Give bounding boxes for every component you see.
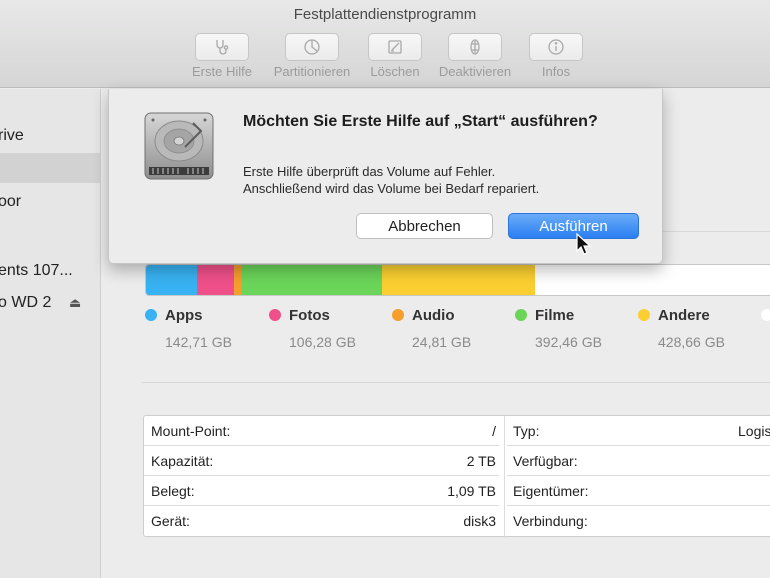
info-button[interactable]	[529, 33, 583, 61]
hard-disk-icon	[144, 112, 214, 180]
usage-segment-andere	[382, 265, 535, 295]
legend-size: 24,81 GB	[412, 334, 472, 350]
usage-segment-apps	[146, 265, 197, 295]
run-button[interactable]: Ausführen	[508, 213, 639, 239]
legend-dot	[392, 309, 404, 321]
usage-segment-audio	[234, 265, 242, 295]
info-icon	[548, 39, 564, 55]
partition-icon	[304, 39, 320, 55]
capacity-label: Kapazität:	[151, 453, 214, 469]
type-label: Typ:	[513, 423, 540, 439]
dialog-message-line: Anschließend wird das Volume bei Bedarf …	[243, 181, 540, 196]
window-toolbar: Festplattendienstprogramm Erste Hilfe Pa…	[0, 0, 770, 88]
unmount-icon	[470, 39, 480, 55]
info-label: Infos	[541, 64, 571, 79]
legend-dot	[515, 309, 527, 321]
erase-icon	[388, 40, 402, 54]
sidebar-item-label: ents 107...	[0, 262, 73, 279]
legend-size: 428,66 GB	[658, 334, 725, 350]
unmount-tool[interactable]: Deaktivieren	[435, 33, 515, 79]
table-row: Gerät: disk3 Verbindung:	[144, 506, 770, 536]
partition-button[interactable]	[285, 33, 339, 61]
legend-name: Audio	[412, 307, 455, 324]
sidebar-item-label: o WD 2	[0, 294, 52, 311]
unmount-button[interactable]	[448, 33, 502, 61]
dialog-message-line: Erste Hilfe überprüft das Volume auf Feh…	[243, 164, 496, 179]
legend-size: 392,46 GB	[535, 334, 602, 350]
info-table: Mount-Point: / Typ: Logis Kapazität: 2 T…	[143, 415, 770, 538]
legend-size: 142,71 GB	[165, 334, 232, 350]
dialog-message: Erste Hilfe überprüft das Volume auf Feh…	[243, 163, 643, 197]
legend-dot-free	[761, 309, 770, 321]
device-value: disk3	[463, 513, 496, 529]
sidebar-item-drive[interactable]: rive	[0, 121, 100, 151]
dialog-title: Möchten Sie Erste Hilfe auf „Start“ ausf…	[243, 113, 598, 130]
first-aid-label: Erste Hilfe	[192, 64, 252, 79]
mouse-cursor-icon	[576, 233, 592, 255]
mount-point-label: Mount-Point:	[151, 423, 231, 439]
legend-name: Fotos	[289, 307, 330, 324]
sidebar-item-wd[interactable]: o WD 2 ⏏	[0, 288, 100, 318]
table-row: Belegt: 1,09 TB Eigentümer:	[144, 476, 770, 506]
first-aid-button[interactable]	[195, 33, 249, 61]
info-tool[interactable]: Infos	[516, 33, 596, 79]
erase-label: Löschen	[370, 64, 420, 79]
table-row: Kapazität: 2 TB Verfügbar:	[144, 446, 770, 476]
stethoscope-icon	[216, 40, 229, 55]
first-aid-tool[interactable]: Erste Hilfe	[182, 33, 262, 79]
legend-name: Andere	[658, 307, 710, 324]
legend-dot	[638, 309, 650, 321]
erase-button[interactable]	[368, 33, 422, 61]
owner-label: Eigentümer:	[513, 483, 589, 499]
legend-name: Apps	[165, 307, 203, 324]
device-label: Gerät:	[151, 513, 190, 529]
sidebar-item-documents[interactable]: ents 107...	[0, 256, 100, 286]
divider	[142, 382, 770, 383]
type-value: Logis	[738, 423, 770, 439]
available-label: Verfügbar:	[513, 453, 578, 469]
used-label: Belegt:	[151, 483, 195, 499]
cancel-button[interactable]: Abbrechen	[356, 213, 493, 239]
legend-dot	[145, 309, 157, 321]
sidebar-item-volume[interactable]: oor	[0, 187, 100, 217]
erase-tool[interactable]: Löschen	[355, 33, 435, 79]
sidebar-item-label: oor	[0, 193, 22, 210]
partition-label: Partitionieren	[273, 64, 351, 79]
used-value: 1,09 TB	[447, 483, 496, 499]
unmount-label: Deaktivieren	[438, 64, 512, 79]
sidebar: rive oor ents 107... o WD 2 ⏏	[0, 89, 101, 578]
capacity-value: 2 TB	[466, 453, 496, 469]
sidebar-item-label: rive	[0, 127, 24, 144]
mount-point-value: /	[492, 423, 496, 439]
window-title: Festplattendienstprogramm	[293, 6, 477, 23]
usage-bar	[145, 264, 770, 296]
legend-dot	[269, 309, 281, 321]
partition-tool[interactable]: Partitionieren	[272, 33, 352, 79]
connection-label: Verbindung:	[513, 513, 588, 529]
sidebar-item-selected[interactable]	[0, 153, 100, 183]
usage-segment-filme	[242, 265, 382, 295]
table-row: Mount-Point: / Typ: Logis	[144, 416, 770, 446]
legend-size: 106,28 GB	[289, 334, 356, 350]
usage-segment-fotos	[197, 265, 234, 295]
legend-name: Filme	[535, 307, 575, 324]
eject-icon[interactable]: ⏏	[69, 288, 81, 318]
